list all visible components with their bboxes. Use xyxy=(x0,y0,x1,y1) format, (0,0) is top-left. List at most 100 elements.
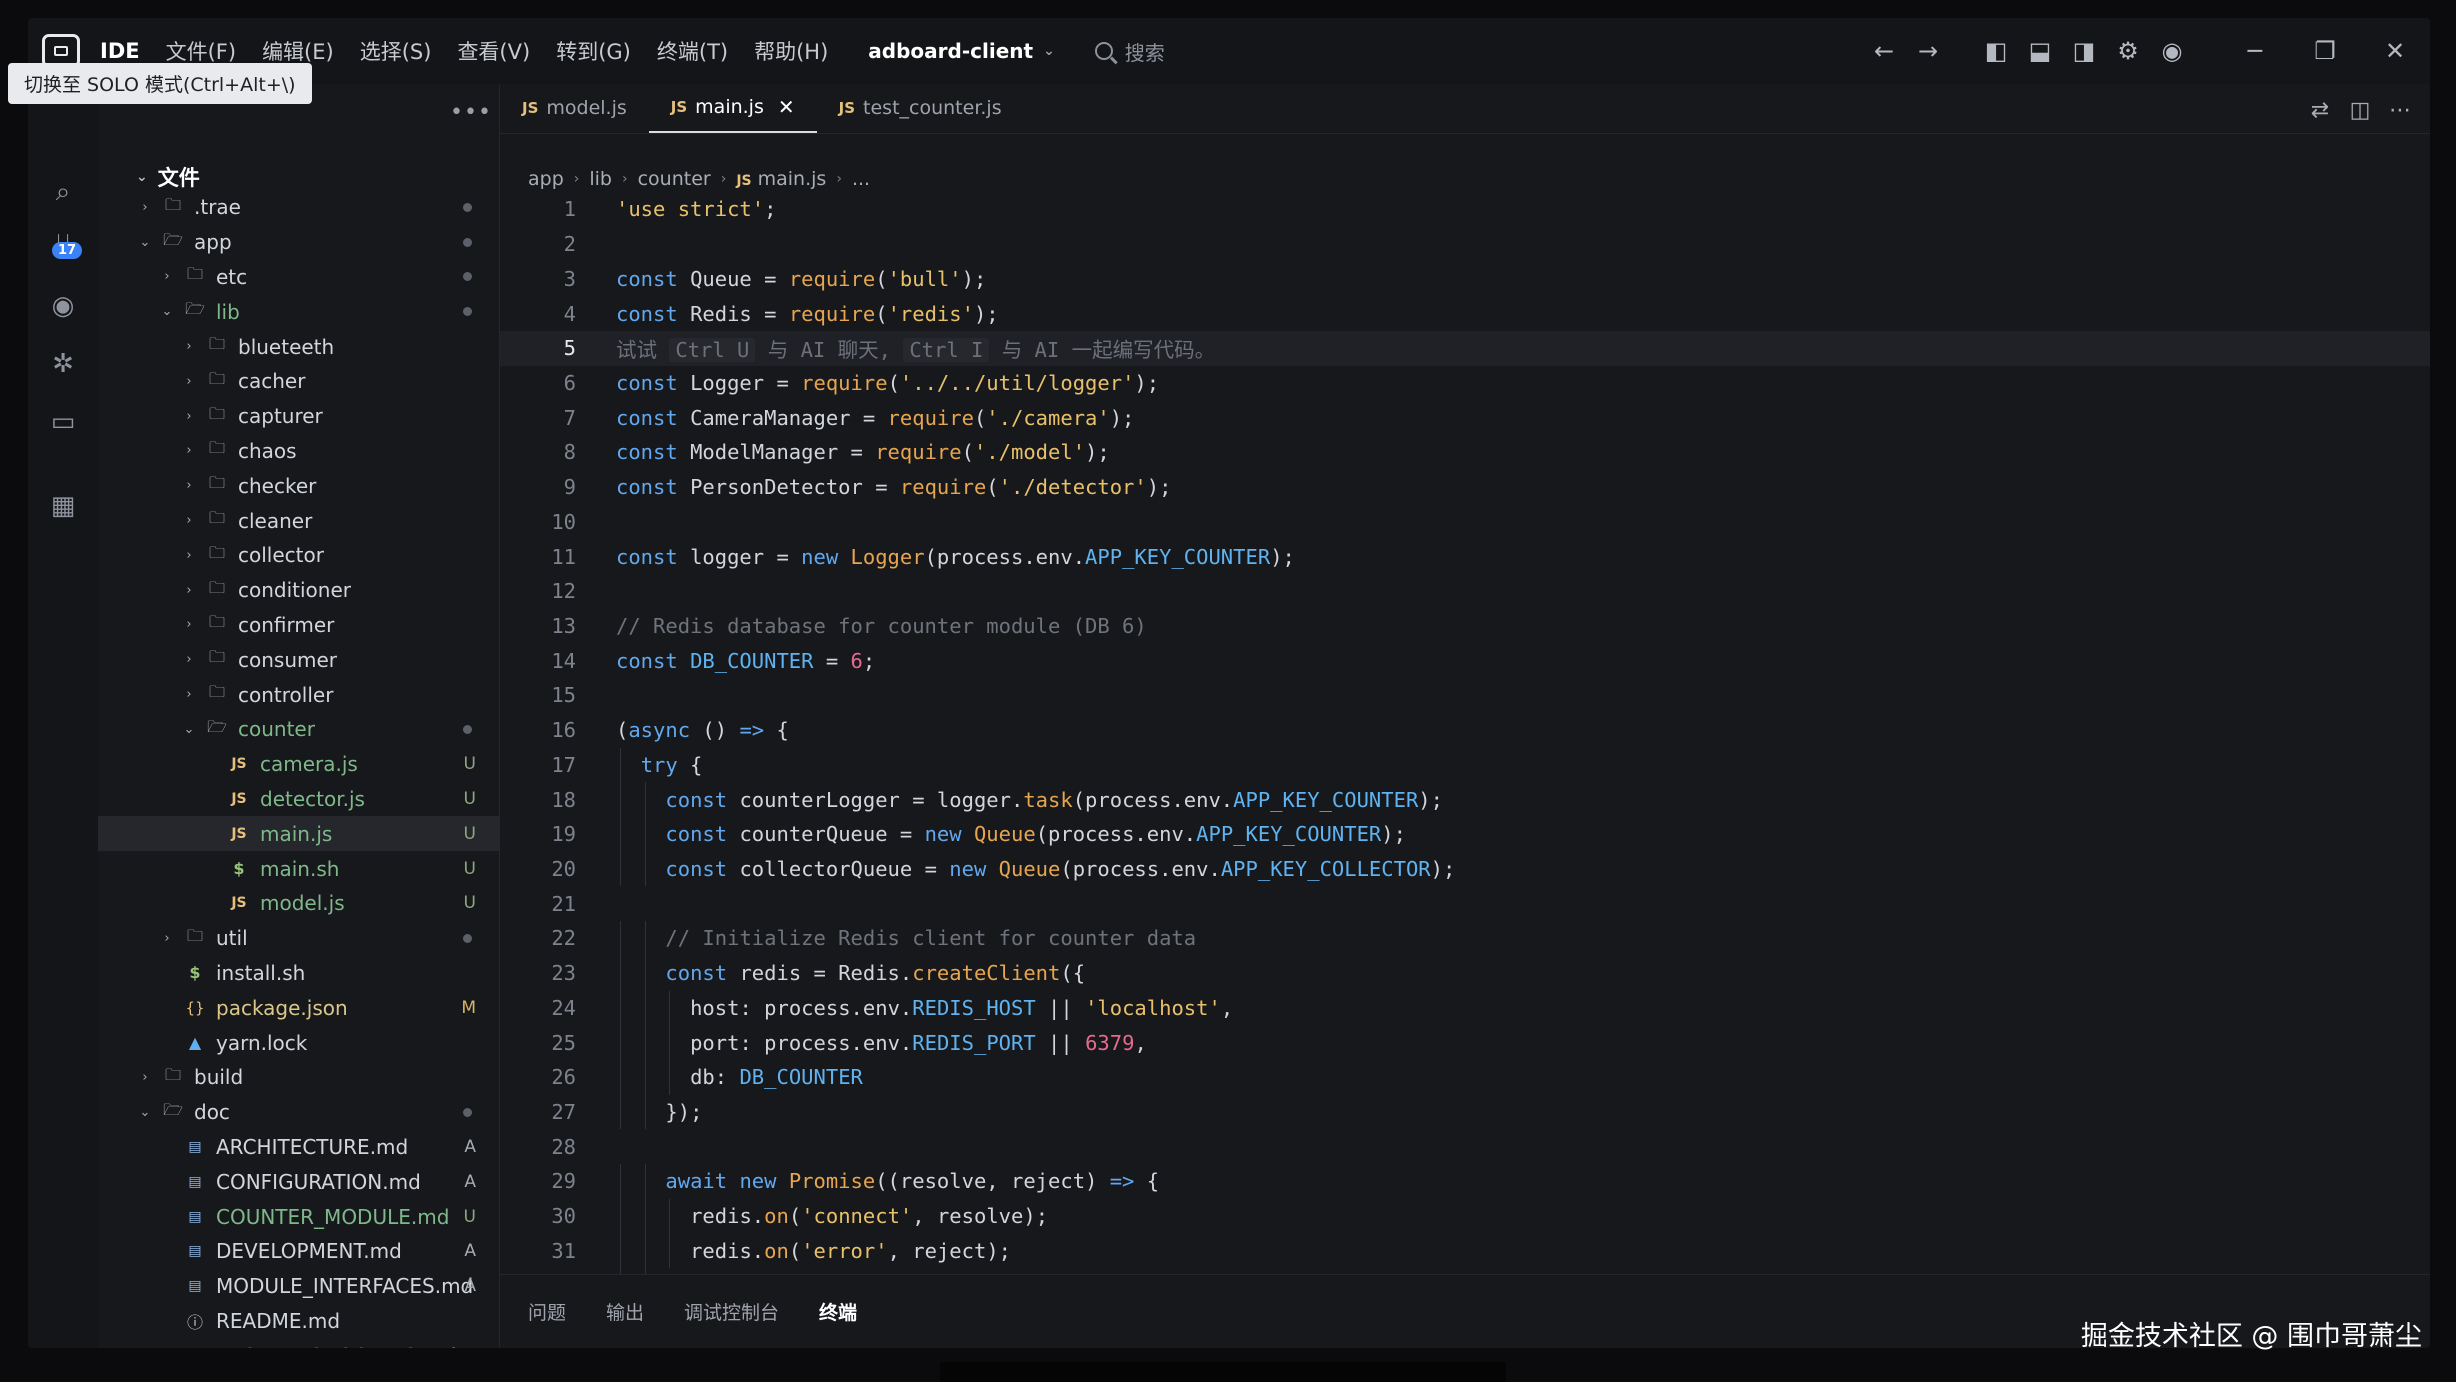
split-editor-icon[interactable]: ◫ xyxy=(2340,92,2380,128)
code-token: db: xyxy=(690,1065,740,1090)
toggle-panel-icon[interactable]: ⬓ xyxy=(2018,29,2062,73)
search-box[interactable]: 搜索 xyxy=(1094,37,1165,66)
close-window-button[interactable]: ✕ xyxy=(2360,29,2430,73)
code-token: (process.env. xyxy=(1072,787,1234,812)
folder-row[interactable]: ⌄ 🗁 lib xyxy=(98,294,500,329)
chevron-down-icon: ⌄ xyxy=(161,304,173,320)
file-row[interactable]: JS main.js U xyxy=(98,816,500,852)
menu-item[interactable]: 选择(S) xyxy=(360,36,432,66)
extensions-icon[interactable]: ▦ xyxy=(43,486,83,526)
file-row[interactable]: ▤TROUBLESHOOTING.mdA xyxy=(98,1338,500,1348)
code-line: 9 const PersonDetector = require('./detec… xyxy=(500,470,2430,505)
folder-row[interactable]: › 🗀 util xyxy=(98,921,500,956)
folder-icon: 🗀 xyxy=(208,473,225,493)
open-changes-icon[interactable]: ⇄ xyxy=(2300,92,2340,128)
file-row[interactable]: ▲ yarn.lock xyxy=(98,1025,500,1060)
file-row[interactable]: $ install.sh xyxy=(98,956,500,991)
menu-item[interactable]: 转到(G) xyxy=(556,36,631,66)
file-row[interactable]: ▤ CONFIGURATION.md A xyxy=(98,1164,500,1199)
minimize-button[interactable]: ─ xyxy=(2220,29,2290,73)
file-row[interactable]: ▤ COUNTER_MODULE.md U xyxy=(98,1199,500,1234)
account-icon[interactable]: ◉ xyxy=(2150,29,2194,73)
folder-row[interactable]: › 🗀 blueteeth xyxy=(98,329,500,364)
panel-tab[interactable]: 问题 xyxy=(528,1298,566,1325)
folder-row[interactable]: › 🗀 cacher xyxy=(98,364,500,399)
file-row[interactable]: ▤ MODULE_INTERFACES.md A xyxy=(98,1269,500,1304)
explorer-header[interactable]: ⌄ 文件 xyxy=(136,162,200,192)
file-row[interactable]: ▤ DEVELOPMENT.md A xyxy=(98,1234,500,1269)
more-actions-icon[interactable]: ••• xyxy=(450,100,492,125)
file-row[interactable]: ▤ ARCHITECTURE.md A xyxy=(98,1130,500,1165)
back-arrow-icon[interactable]: ← xyxy=(1862,29,1906,73)
folder-row[interactable]: › 🗀 capturer xyxy=(98,399,500,434)
debug-bug-icon[interactable]: ✲ xyxy=(43,344,83,384)
file-row[interactable]: JS camera.js U xyxy=(98,747,500,782)
folder-row[interactable]: › 🗀 build xyxy=(98,1060,500,1095)
file-row[interactable]: {} package.json M xyxy=(98,990,500,1025)
breadcrumb-item[interactable]: JS main.js xyxy=(736,168,826,190)
menu-item[interactable]: 文件(F) xyxy=(166,36,236,66)
title-bar: IDE 文件(F) 编辑(E) 选择(S) 查看(V) 转到(G) 终端(T) 帮助(H) a… xyxy=(28,18,2430,84)
toggle-secondary-sidebar-icon[interactable]: ◨ xyxy=(2062,29,2106,73)
indent-guide xyxy=(620,1233,621,1269)
toggle-sidebar-icon[interactable]: ◧ xyxy=(1974,29,2018,73)
editor-tab[interactable]: JS main.js ✕ xyxy=(648,83,817,133)
breadcrumb-item[interactable]: counter xyxy=(638,168,711,190)
close-tab-icon[interactable]: ✕ xyxy=(778,95,795,119)
code-token: APP_KEY_COUNTER xyxy=(1085,544,1271,569)
code-token: , xyxy=(1220,995,1234,1020)
code-token: 6379 xyxy=(1085,1030,1135,1055)
folder-row[interactable]: › 🗀 .trae xyxy=(98,190,500,225)
folder-row[interactable]: › 🗀 consumer xyxy=(98,642,500,677)
file-row[interactable]: $ main.sh U xyxy=(98,851,500,886)
folder-row[interactable]: ⌄ 🗁 app xyxy=(98,225,500,260)
editor-tab[interactable]: JS test_counter.js xyxy=(817,83,1024,133)
breadcrumb-item[interactable]: ... xyxy=(852,168,870,190)
breadcrumb-item[interactable]: app xyxy=(528,168,564,190)
menu-item[interactable]: 帮助(H) xyxy=(754,36,828,66)
file-name: TROUBLESHOOTING.md xyxy=(216,1344,456,1348)
menu-item[interactable]: 查看(V) xyxy=(457,36,530,66)
javascript-file-icon: JS xyxy=(231,790,247,807)
code-token: , reject); xyxy=(887,1238,1012,1263)
menu-item[interactable]: 编辑(E) xyxy=(262,36,334,66)
indent-guide xyxy=(644,1164,646,1199)
solo-mode-tooltip: 切换至 SOLO 模式(Ctrl+Alt+\) xyxy=(8,63,312,104)
breadcrumb: app › lib › counter › JS main.js ›... xyxy=(528,168,870,190)
folder-row[interactable]: › 🗀 checker xyxy=(98,468,500,503)
file-row[interactable]: JS detector.js U xyxy=(98,782,500,817)
folder-row[interactable]: › 🗀 collector xyxy=(98,538,500,573)
file-row[interactable]: JS model.js U xyxy=(98,886,500,921)
panel-tab[interactable]: 调试控制台 xyxy=(684,1298,779,1325)
editor-tab[interactable]: JS model.js xyxy=(500,83,649,133)
file-row[interactable]: ⓘ README.md xyxy=(98,1304,500,1339)
menu-item[interactable]: IDE xyxy=(100,39,140,63)
breadcrumb-label: counter xyxy=(637,168,711,190)
folder-row[interactable]: › 🗀 cleaner xyxy=(98,503,500,538)
preview-eye-icon[interactable]: ◉ xyxy=(43,286,83,326)
folder-row[interactable]: › 🗀 etc xyxy=(98,260,500,295)
folder-row[interactable]: › 🗀 chaos xyxy=(98,434,500,469)
code-view[interactable]: 1'use strict'; 2 3 const Queue = require('b… xyxy=(500,192,2430,1303)
forward-arrow-icon[interactable]: → xyxy=(1906,29,1950,73)
remote-monitor-icon[interactable]: ▭ xyxy=(43,402,83,442)
more-actions-icon[interactable]: ⋯ xyxy=(2380,92,2420,128)
folder-row[interactable]: › 🗀 conditioner xyxy=(98,573,500,608)
folder-row[interactable]: ⌄ 🗁 doc xyxy=(98,1095,500,1130)
search-files-icon[interactable]: ⌕ xyxy=(43,172,83,212)
folder-row[interactable]: › 🗀 confirmer xyxy=(98,608,500,643)
chevron-down-icon: ⌄ xyxy=(1043,43,1055,59)
folder-row[interactable]: › 🗀 controller xyxy=(98,677,500,712)
line-number: 16 xyxy=(551,718,576,743)
panel-tab[interactable]: 终端 xyxy=(819,1298,857,1325)
line-number: 9 xyxy=(563,475,576,500)
folder-row[interactable]: ⌄ 🗁 counter xyxy=(98,712,500,747)
breadcrumb-item[interactable]: lib xyxy=(589,168,612,190)
project-switcher[interactable]: adboard-client ⌄ xyxy=(868,39,1055,63)
indent-guide xyxy=(620,990,621,1026)
modified-dot-icon xyxy=(463,724,472,734)
settings-gear-icon[interactable]: ⚙ xyxy=(2106,29,2150,73)
menu-item[interactable]: 终端(T) xyxy=(657,36,728,66)
maximize-button[interactable]: ❐ xyxy=(2290,29,2360,73)
panel-tab[interactable]: 输出 xyxy=(606,1298,644,1325)
